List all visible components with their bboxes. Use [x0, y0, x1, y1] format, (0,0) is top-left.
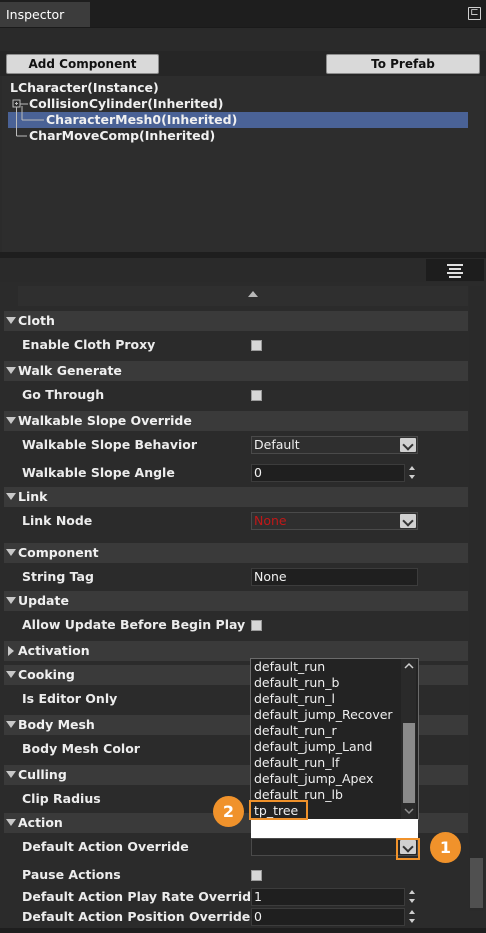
collapse-triangle-icon[interactable] — [6, 493, 16, 500]
chevron-down-icon[interactable] — [400, 514, 416, 528]
prop-position-override: Default Action Position Override — [22, 909, 251, 924]
prop-is-editor-only: Is Editor Only — [22, 691, 118, 706]
scroll-down-icon[interactable] — [404, 806, 414, 816]
dropdown-option[interactable]: default_jump_Apex — [254, 771, 373, 787]
link-node-combo[interactable]: None — [251, 512, 418, 530]
default-action-override-combo[interactable] — [251, 838, 418, 856]
category-label: Link — [18, 489, 48, 504]
prop-walkable-slope-behavior: Walkable Slope Behavior — [22, 437, 198, 452]
prop-body-mesh-color: Body Mesh Color — [22, 741, 140, 756]
category-label: Cooking — [18, 667, 75, 682]
enable-cloth-proxy-checkbox[interactable] — [251, 340, 262, 351]
category-label: Culling — [18, 767, 67, 782]
category-label: Body Mesh — [18, 717, 95, 732]
dropdown-option[interactable]: default_run — [254, 659, 325, 675]
add-component-button[interactable]: Add Component — [6, 54, 159, 74]
category-label: Cloth — [18, 313, 55, 328]
collapse-triangle-icon[interactable] — [6, 597, 16, 604]
collapse-triangle-icon[interactable] — [6, 721, 16, 728]
highlight-tp-tree — [249, 800, 308, 820]
combo-value: Default — [254, 437, 300, 452]
collapse-triangle-icon[interactable] — [6, 317, 16, 324]
prop-allow-update: Allow Update Before Begin Play — [22, 617, 246, 632]
allow-update-checkbox[interactable] — [251, 620, 262, 631]
position-override-field[interactable]: 0 — [251, 908, 405, 926]
chevron-down-icon[interactable] — [400, 438, 416, 452]
category-component[interactable]: Component — [4, 543, 468, 563]
category-label: Component — [18, 545, 99, 560]
walkable-slope-behavior-combo[interactable]: Default — [251, 436, 418, 454]
dropdown-option[interactable]: default_run_r — [254, 723, 337, 739]
category-update[interactable]: Update — [4, 591, 468, 611]
dropdown-scrollbar-thumb[interactable] — [403, 723, 415, 803]
details-header — [0, 258, 486, 282]
collapse-triangle-icon[interactable] — [6, 367, 16, 374]
pin-icon[interactable]: ⊏ — [468, 7, 481, 20]
prop-enable-cloth-proxy: Enable Cloth Proxy — [22, 337, 156, 352]
collapse-triangle-icon[interactable] — [6, 819, 16, 826]
tree-item-charmovecomp[interactable]: CharMoveComp(Inherited) — [29, 128, 215, 144]
bottom-edge — [0, 928, 486, 933]
scroll-up-icon[interactable] — [404, 661, 414, 671]
pause-actions-checkbox[interactable] — [251, 870, 262, 881]
go-through-checkbox[interactable] — [251, 390, 262, 401]
tree-item-lcharacter[interactable]: LCharacter(Instance) — [10, 80, 159, 96]
category-label: Action — [18, 815, 63, 830]
spinner-icon[interactable] — [409, 464, 417, 482]
prop-go-through: Go Through — [22, 387, 105, 402]
walkable-slope-angle-field[interactable]: 0 — [251, 464, 405, 482]
details-scrollbar[interactable] — [469, 286, 484, 911]
collapse-triangle-icon[interactable] — [6, 671, 16, 678]
tree-item-collisioncylinder[interactable]: CollisionCylinder(Inherited) — [29, 96, 223, 112]
category-walk-generate[interactable]: Walk Generate — [4, 361, 468, 381]
collapse-triangle-icon[interactable] — [6, 417, 16, 424]
category-link[interactable]: Link — [4, 487, 468, 507]
prop-pause-actions: Pause Actions — [22, 867, 121, 882]
spinner-icon[interactable] — [409, 908, 417, 926]
tab-inspector[interactable]: Inspector — [0, 2, 90, 27]
toolbar — [0, 27, 486, 51]
dropdown-option[interactable]: default_run_lf — [254, 755, 339, 771]
prop-play-rate-override: Default Action Play Rate Override — [22, 889, 260, 904]
scroll-up-area[interactable] — [18, 286, 468, 306]
dropdown-option[interactable]: default_run_b — [254, 675, 339, 691]
prop-default-action-override: Default Action Override — [22, 839, 189, 854]
prop-clip-radius: Clip Radius — [22, 791, 101, 806]
category-cloth[interactable]: Cloth — [4, 311, 468, 331]
dropdown-option[interactable]: default_jump_Recover — [254, 707, 393, 723]
collapse-triangle-icon[interactable] — [6, 771, 16, 778]
category-label: Activation — [18, 643, 90, 658]
prop-string-tag: String Tag — [22, 569, 94, 584]
spinner-icon[interactable] — [409, 888, 417, 906]
prop-walkable-slope-angle: Walkable Slope Angle — [22, 465, 175, 480]
category-label: Walkable Slope Override — [18, 413, 192, 428]
dropdown-option[interactable]: default_run_l — [254, 691, 335, 707]
combo-value: None — [254, 513, 287, 528]
category-label: Walk Generate — [18, 363, 122, 378]
details-scrollbar-thumb[interactable] — [470, 858, 483, 908]
dropdown-option[interactable]: default_jump_Land — [254, 739, 372, 755]
scroll-up-arrow-icon[interactable] — [248, 291, 258, 297]
play-rate-override-field[interactable]: 1 — [251, 888, 405, 906]
string-tag-field[interactable]: None — [251, 568, 418, 586]
collapse-triangle-icon[interactable] — [6, 549, 16, 556]
tree-item-charactermesh0[interactable]: CharacterMesh0(Inherited) — [46, 112, 237, 128]
prop-link-node: Link Node — [22, 513, 93, 528]
expand-triangle-icon[interactable] — [8, 646, 14, 656]
to-prefab-button[interactable]: To Prefab — [326, 54, 480, 74]
dropdown-search-box[interactable] — [251, 819, 418, 838]
annotation-badge-2: 2 — [213, 796, 244, 827]
action-dropdown-list[interactable]: default_run default_run_b default_run_l … — [250, 658, 419, 820]
highlight-dropdown-button — [396, 838, 420, 860]
category-walkable-slope-override[interactable]: Walkable Slope Override — [4, 411, 468, 431]
menu-icon[interactable] — [426, 259, 484, 281]
category-label: Update — [18, 593, 69, 608]
annotation-badge-1: 1 — [430, 832, 461, 863]
